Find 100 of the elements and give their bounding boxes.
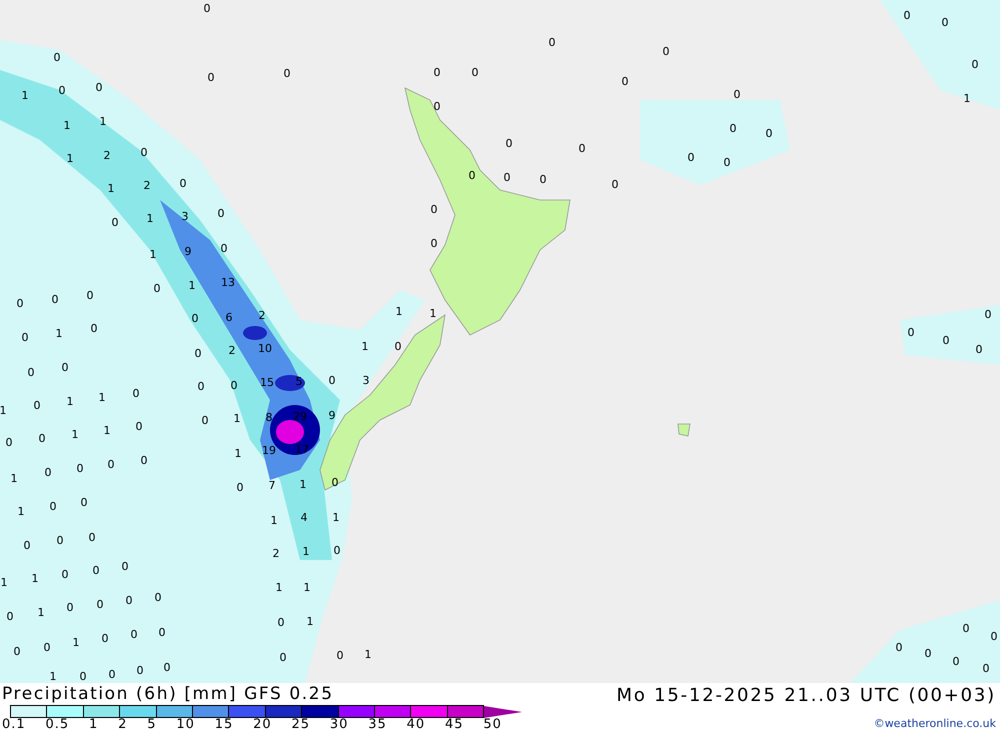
scale-label: 5 <box>147 718 157 732</box>
scale-label: 45 <box>444 718 464 732</box>
precipitation-value: 1 <box>72 636 80 649</box>
precipitation-value: 0 <box>96 598 104 611</box>
precipitation-value: 0 <box>982 662 990 675</box>
scale-label: 0.5 <box>46 718 70 732</box>
precipitation-value: 1 <box>150 248 156 261</box>
precipitation-value: 9 <box>184 245 192 258</box>
precipitation-value: 1 <box>332 511 340 524</box>
precipitation-value: 0 <box>102 632 108 645</box>
precipitation-value: 1 <box>270 514 278 527</box>
precipitation-value: 0 <box>28 366 34 379</box>
precipitation-value: 0 <box>972 58 978 71</box>
precipitation-value: 0 <box>76 462 84 475</box>
precipitation-value: 19 <box>262 444 276 457</box>
precipitation-value: 1 <box>964 92 970 105</box>
precipitation-value: 0 <box>336 649 344 662</box>
precipitation-value: 0 <box>24 539 30 552</box>
scale-label: 15 <box>214 718 234 732</box>
precipitation-value: 0 <box>112 216 118 229</box>
precipitation-value: 0 <box>154 591 162 604</box>
precipitation-value: 0 <box>430 237 438 250</box>
precipitation-value: 5 <box>296 375 302 388</box>
precipitation-value: 0 <box>62 361 68 374</box>
scale-label: 30 <box>330 718 348 732</box>
scale-label: 0.1 <box>2 718 26 732</box>
precipitation-value: 0 <box>468 169 476 182</box>
scale-label: 20 <box>253 718 272 732</box>
scale-label: 40 <box>406 718 426 732</box>
precipitation-value: 0 <box>434 100 440 113</box>
precipitation-value: 0 <box>80 670 86 683</box>
precipitation-value: 0 <box>434 66 440 79</box>
scale-label: 35 <box>368 718 387 732</box>
precipitation-value: 0 <box>54 51 60 64</box>
precipitation-value: 1 <box>66 152 74 165</box>
precipitation-value: 0 <box>204 2 210 15</box>
precipitation-value: 0 <box>908 326 914 339</box>
precipitation-value: 2 <box>228 344 236 357</box>
precipitation-value: 1 <box>302 545 310 558</box>
precipitation-value: 0 <box>126 594 132 607</box>
precipitation-value: 4 <box>300 511 308 524</box>
precipitation-value: 0 <box>140 146 148 159</box>
precipitation-value: 1 <box>396 305 402 318</box>
precipitation-value: 0 <box>14 645 20 658</box>
precipitation-value: 1 <box>64 119 70 132</box>
precipitation-value: 0 <box>284 67 290 80</box>
scale-label: 2 <box>118 718 128 732</box>
precipitation-value: 0 <box>218 207 224 220</box>
precipitation-value: 0 <box>52 293 58 306</box>
scale-label: 10 <box>176 718 195 732</box>
precipitation-value: 1 <box>306 615 314 628</box>
precipitation-value: 8 <box>266 411 272 424</box>
precipitation-value: 0 <box>924 647 932 660</box>
precipitation-value: 0 <box>472 66 478 79</box>
precipitation-value: 0 <box>6 436 12 449</box>
precipitation-value: 0 <box>58 84 66 97</box>
precipitation-value: 17 <box>295 443 309 456</box>
precipitation-value: 0 <box>942 334 950 347</box>
precipitation-value: 1 <box>56 327 62 340</box>
precipitation-value: 0 <box>122 560 128 573</box>
precipitation-value: 0 <box>198 380 204 393</box>
precipitation-value: 0 <box>220 242 228 255</box>
precipitation-value: 1 <box>22 89 28 102</box>
precipitation-value: 0 <box>44 466 52 479</box>
precipitation-value: 0 <box>86 289 94 302</box>
precipitation-value: 0 <box>50 500 56 513</box>
precipitation-value: 0 <box>540 173 546 186</box>
precipitation-value: 1 <box>10 472 18 485</box>
credit-link[interactable]: ©weatheronline.co.uk <box>874 717 996 730</box>
precipitation-value: 1 <box>0 404 6 417</box>
precipitation-value: 0 <box>136 420 142 433</box>
precipitation-value: 0 <box>230 379 238 392</box>
precipitation-value: 0 <box>278 616 284 629</box>
precipitation-value: 0 <box>984 308 992 321</box>
scale-label: 25 <box>291 718 310 732</box>
precipitation-value: 0 <box>192 312 198 325</box>
precipitation-value: 0 <box>662 45 670 58</box>
precipitation-value: 1 <box>108 182 114 195</box>
precipitation-value: 1 <box>38 606 44 619</box>
precipitation-value: 1 <box>234 447 242 460</box>
precipitation-value: 1 <box>146 212 154 225</box>
precipitation-value: 1 <box>18 505 24 518</box>
precipitation-value: 0 <box>194 347 202 360</box>
precipitation-value: 0 <box>430 203 438 216</box>
precipitation-value: 0 <box>896 641 902 654</box>
precipitation-value: 1 <box>66 395 74 408</box>
precipitation-value: 0 <box>164 661 170 674</box>
precipitation-value: 15 <box>260 376 274 389</box>
precipitation-value: 2 <box>272 547 280 560</box>
precipitation-value: 1 <box>104 424 110 437</box>
precipitation-value: 0 <box>942 16 948 29</box>
precipitation-value: 0 <box>688 151 694 164</box>
precipitation-value: 0 <box>158 626 166 639</box>
precipitation-value: 3 <box>182 210 188 223</box>
precipitation-value: 0 <box>88 531 96 544</box>
precipitation-value: 0 <box>136 664 144 677</box>
precipitation-value: 0 <box>236 481 244 494</box>
precipitation-value: 0 <box>22 331 28 344</box>
precipitation-value: 1 <box>362 340 368 353</box>
precipitation-value: 1 <box>0 576 8 589</box>
